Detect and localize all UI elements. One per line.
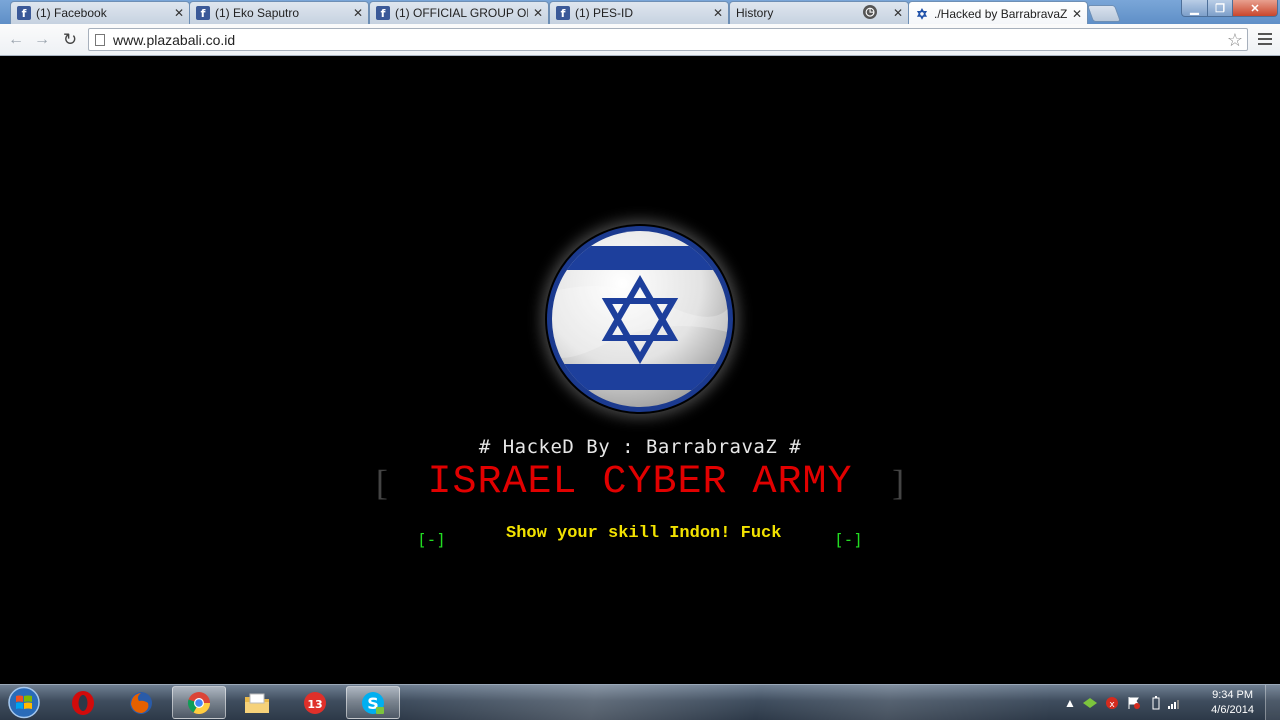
signal-strength-icon[interactable] — [1166, 695, 1182, 711]
taskbar-chrome[interactable] — [172, 686, 226, 719]
close-icon[interactable]: ✕ — [532, 6, 544, 20]
close-icon: ✕ — [1250, 2, 1260, 15]
close-icon[interactable]: ✕ — [1071, 7, 1083, 21]
new-tab-button[interactable] — [1086, 5, 1122, 22]
minimize-icon: ▁ — [1190, 2, 1199, 15]
close-icon[interactable]: ✕ — [173, 6, 185, 20]
tab-title: (1) PES-ID — [575, 6, 634, 20]
tab-title: (1) OFFICIAL GROUP OF M — [395, 6, 528, 20]
taskbar-ball-13[interactable]: 13 — [288, 686, 342, 719]
minimize-button[interactable]: ▁ — [1181, 0, 1208, 17]
army-title-row: [ ISRAEL CYBER ARMY ] — [0, 460, 1280, 505]
svg-text:x: x — [1109, 700, 1115, 710]
address-bar[interactable]: www.plazabali.co.id ☆ — [88, 28, 1248, 51]
taskbar-firefox[interactable] — [114, 686, 168, 719]
tab-pes-id[interactable]: f (1) PES-ID ✕ — [549, 1, 729, 24]
clock-icon: ◷ — [863, 5, 877, 19]
show-hidden-icons-icon[interactable]: ▲ — [1062, 695, 1078, 711]
browser-toolbar: ← → ↻ www.plazabali.co.id ☆ — [0, 24, 1280, 56]
ball-13-icon: 13 — [304, 691, 326, 714]
menu-bar — [1258, 33, 1272, 35]
reload-icon: ↻ — [62, 30, 78, 49]
facebook-icon: f — [17, 6, 31, 20]
page-icon — [95, 33, 105, 46]
close-icon[interactable]: ✕ — [892, 6, 904, 20]
forward-button[interactable]: → — [32, 30, 52, 50]
file-explorer-icon — [245, 693, 269, 713]
show-desktop-button[interactable] — [1265, 685, 1280, 720]
maximize-icon: ❐ — [1215, 2, 1225, 15]
taskbar-background-art — [400, 685, 1050, 720]
facebook-icon: f — [376, 6, 390, 20]
tab-hacked-page[interactable]: ✡ ./Hacked by BarrabravaZ - ✕ — [908, 1, 1088, 25]
menu-bar — [1258, 43, 1272, 45]
chrome-menu-button[interactable] — [1258, 33, 1272, 45]
windows-taskbar: 13 S ▲ x 9:34 PM 4/6/2014 — [0, 684, 1280, 720]
star-of-david-icon: ✡ — [916, 5, 928, 22]
hacked-by-heading: # HackeD By : BarrabravaZ # — [478, 436, 802, 458]
israel-flag-badge — [547, 226, 733, 412]
chrome-icon — [187, 691, 210, 714]
bracket-open: [ — [375, 462, 388, 503]
skype-icon: S — [362, 691, 384, 714]
facebook-icon: f — [556, 6, 570, 20]
taskbar-opera[interactable] — [56, 686, 110, 719]
start-button[interactable] — [6, 686, 42, 719]
tab-official-group[interactable]: f (1) OFFICIAL GROUP OF M ✕ — [369, 1, 549, 24]
action-center-flag-icon[interactable] — [1126, 695, 1142, 711]
tab-strip: f (1) Facebook ✕ f (1) Eko Saputro ✕ f (… — [0, 0, 1280, 25]
bookmark-star-icon[interactable]: ☆ — [1227, 30, 1243, 50]
svg-text:13: 13 — [307, 698, 322, 711]
tab-title: (1) Facebook — [36, 6, 107, 20]
arrow-right-icon: → — [34, 31, 50, 48]
maximize-button[interactable]: ❐ — [1207, 0, 1233, 17]
taskbar-skype[interactable]: S — [346, 686, 400, 719]
tab-eko-saputro[interactable]: f (1) Eko Saputro ✕ — [189, 1, 369, 24]
close-icon[interactable]: ✕ — [712, 6, 724, 20]
close-icon[interactable]: ✕ — [352, 6, 364, 20]
taskbar-clock[interactable]: 9:34 PM 4/6/2014 — [1211, 688, 1254, 718]
army-title: ISRAEL CYBER ARMY — [427, 460, 853, 505]
bracket-close: ] — [892, 462, 905, 503]
message-text: Show your skill Indon! Fuck — [506, 524, 782, 543]
network-tray-icon[interactable] — [1082, 695, 1098, 711]
security-tray-icon[interactable]: x — [1104, 695, 1120, 711]
facebook-icon: f — [196, 6, 210, 20]
battery-icon[interactable] — [1148, 695, 1164, 711]
firefox-icon — [130, 691, 152, 714]
clock-date: 4/6/2014 — [1211, 704, 1254, 716]
system-tray: ▲ x 9:34 PM 4/6/2014 — [1060, 685, 1280, 720]
menu-bar — [1258, 38, 1272, 40]
page-content: # HackeD By : BarrabravaZ # [ ISRAEL CYB… — [0, 56, 1280, 684]
tab-title: (1) Eko Saputro — [215, 6, 300, 20]
close-window-button[interactable]: ✕ — [1232, 0, 1278, 17]
browser-window: f (1) Facebook ✕ f (1) Eko Saputro ✕ f (… — [0, 0, 1280, 720]
clock-time: 9:34 PM — [1212, 689, 1254, 701]
marker-right: [-] — [834, 530, 863, 549]
arrow-left-icon: ← — [8, 31, 24, 48]
message-row: [-] Show your skill Indon! Fuck [-] — [0, 522, 1280, 552]
back-button[interactable]: ← — [6, 30, 26, 50]
tab-history[interactable]: ◷ History ✕ — [729, 1, 909, 24]
taskbar-file-explorer[interactable] — [230, 686, 284, 719]
tab-facebook[interactable]: f (1) Facebook ✕ — [10, 1, 190, 24]
tab-title: ./Hacked by BarrabravaZ - — [934, 6, 1067, 21]
reload-button[interactable]: ↻ — [60, 30, 80, 50]
url-text[interactable]: www.plazabali.co.id — [113, 32, 235, 48]
opera-icon — [72, 690, 94, 715]
marker-left: [-] — [417, 530, 446, 549]
